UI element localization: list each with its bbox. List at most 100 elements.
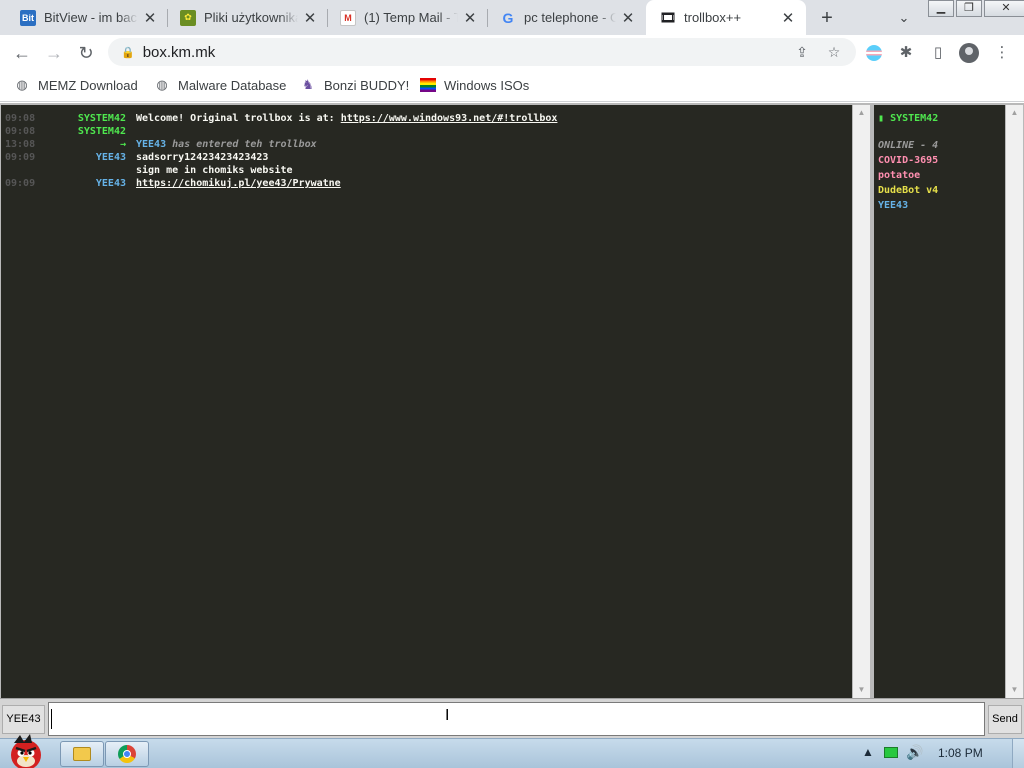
bookmark-malware-database[interactable]: ◍ Malware Database	[154, 76, 286, 94]
network-icon[interactable]	[884, 747, 898, 761]
globe-icon: ◍	[156, 77, 168, 92]
message-time: 09:09	[5, 178, 36, 189]
message-input[interactable]: I	[48, 702, 985, 736]
chat-message: 09:08 SYSTEM42	[1, 126, 852, 139]
extension-flag-icon[interactable]	[863, 42, 885, 64]
tab-title: trollbox++	[684, 10, 742, 25]
lock-icon[interactable]: 🔒	[121, 46, 135, 59]
show-desktop-button[interactable]	[1012, 739, 1024, 768]
send-button[interactable]: Send	[988, 705, 1022, 734]
message-text: sadsorry12423423423423	[136, 152, 269, 163]
close-icon[interactable]: ✕	[620, 9, 636, 27]
text-caret	[51, 709, 52, 729]
message-nick: SYSTEM42	[77, 113, 126, 124]
tab-temp-mail[interactable]: M (1) Temp Mail - T ✕	[326, 0, 488, 35]
close-window-button[interactable]: ✕	[984, 0, 1024, 17]
scroll-up-arrow-icon[interactable]: ▲	[853, 107, 870, 119]
chat-log: 09:08 SYSTEM42 Welcome! Original trollbo…	[1, 105, 852, 698]
close-icon[interactable]: ✕	[142, 9, 158, 27]
scroll-up-arrow-icon[interactable]: ▲	[1006, 107, 1023, 119]
chat-message: 09:09 YEE43 https://chomikuj.pl/yee43/Pr…	[1, 178, 852, 191]
bookmark-label: Bonzi BUDDY!	[324, 77, 410, 93]
bookmark-label: Malware Database	[178, 77, 287, 93]
tab-google-search[interactable]: G pc telephone - G ✕	[486, 0, 646, 35]
message-text: Welcome! Original trollbox is at: https:…	[136, 113, 558, 124]
userlist-scrollbar[interactable]: ▲ ▼	[1006, 105, 1023, 698]
bookmark-memz-download[interactable]: ◍ MEMZ Download	[14, 76, 138, 94]
chat-scrollbar[interactable]: ▲ ▼	[853, 105, 870, 698]
message-time: 09:09	[5, 152, 36, 163]
folder-icon	[73, 747, 91, 761]
menu-kebab-icon[interactable]: ⋮	[991, 42, 1013, 64]
chrome-icon	[118, 745, 136, 763]
address-bar[interactable]: 🔒 box.km.mk ⇪ ☆	[108, 38, 856, 66]
tab-trollbox[interactable]: 🎞 trollbox++ ✕	[646, 0, 806, 35]
bookmark-bonzi-buddy[interactable]: ♞ Bonzi BUDDY!	[300, 76, 409, 94]
user-item[interactable]: YEE43	[878, 200, 908, 213]
close-icon[interactable]: ✕	[462, 9, 478, 27]
globe-icon: ◍	[16, 77, 28, 92]
tab-title: pc telephone - G	[524, 10, 616, 25]
chat-message-join: 13:08 → YEE43 has entered teh trollbox	[1, 139, 852, 152]
user-item[interactable]: potatoe	[878, 170, 920, 183]
film-icon: 🎞	[659, 9, 677, 25]
bitview-icon: Bit	[20, 9, 36, 26]
close-icon[interactable]: ✕	[780, 9, 796, 27]
forward-arrow-icon[interactable]: →	[40, 39, 68, 67]
bookmark-star-icon[interactable]: ☆	[824, 42, 844, 62]
taskbar-chrome-button[interactable]	[105, 741, 149, 767]
back-arrow-icon[interactable]: ←	[8, 39, 36, 67]
maximize-button[interactable]: ❐	[956, 0, 982, 17]
message-nick: SYSTEM42	[77, 126, 126, 137]
user-item[interactable]: ▮ SYSTEM42	[878, 113, 938, 126]
message-link[interactable]: https://chomikuj.pl/yee43/Prywatne	[136, 178, 341, 189]
user-list: ▮ SYSTEM42 ONLINE - 4 COVID-3695 potatoe…	[874, 105, 1005, 698]
bookmarks-bar: ◍ MEMZ Download ◍ Malware Database ♞ Bon…	[0, 69, 1024, 102]
ibeam-cursor-icon: I	[445, 707, 450, 724]
scroll-down-arrow-icon[interactable]: ▼	[853, 684, 870, 696]
start-button-angry-bird-icon[interactable]	[2, 733, 50, 768]
window-controls: ▁ ❐ ✕	[928, 0, 1024, 17]
chat-input-bar: YEE43 I Send	[0, 698, 1024, 738]
scroll-down-arrow-icon[interactable]: ▼	[1006, 684, 1023, 696]
message-time: 09:08	[5, 126, 36, 137]
join-arrow-icon: →	[119, 139, 126, 150]
gmail-icon: M	[340, 9, 356, 26]
chat-message: 09:08 SYSTEM42 Welcome! Original trollbo…	[1, 113, 852, 126]
message-text: sign me in chomiks website	[136, 165, 293, 176]
url-text: box.km.mk	[142, 43, 216, 61]
tab-chomikuj[interactable]: ✿ Pliki użytkownika ✕	[166, 0, 328, 35]
google-icon: G	[502, 9, 514, 26]
volume-icon[interactable]: 🔊	[906, 744, 923, 761]
online-count: ONLINE - 4	[878, 140, 939, 151]
message-time: 09:08	[5, 113, 36, 124]
tab-title: BitView - im bac	[44, 10, 137, 25]
nickname-button[interactable]: YEE43	[2, 705, 45, 734]
tray-expand-arrow-icon[interactable]: ▲	[862, 745, 874, 759]
minimize-button[interactable]: ▁	[928, 0, 954, 17]
browser-toolbar: ← → ↻ 🔒 box.km.mk ⇪ ☆ ✱ ▯ ⋮	[0, 35, 1024, 69]
bookmark-label: MEMZ Download	[38, 77, 138, 93]
extensions-puzzle-icon[interactable]: ✱	[895, 42, 917, 64]
tab-search-chevron-icon[interactable]: ⌄	[892, 6, 916, 30]
chomikuj-icon: ✿	[180, 9, 196, 26]
bookmark-label: Windows ISOs	[444, 77, 530, 93]
bookmark-windows-isos[interactable]: Windows ISOs	[420, 76, 529, 94]
tab-strip: Bit BitView - im bac ✕ ✿ Pliki użytkowni…	[0, 0, 1024, 35]
profile-avatar[interactable]	[958, 42, 980, 64]
trollbox-page: 09:08 SYSTEM42 Welcome! Original trollbo…	[0, 103, 1024, 698]
taskbar-explorer-button[interactable]	[60, 741, 104, 767]
taskbar-clock[interactable]: 1:08 PM	[938, 746, 983, 760]
reload-icon[interactable]: ↻	[72, 39, 100, 67]
side-panel-icon[interactable]: ▯	[927, 42, 949, 64]
new-tab-button[interactable]: +	[814, 5, 840, 31]
share-icon[interactable]: ⇪	[792, 42, 812, 62]
tab-title: (1) Temp Mail - T	[364, 10, 458, 25]
message-text: YEE43 has entered teh trollbox	[136, 139, 317, 150]
user-item[interactable]: COVID-3695	[878, 155, 938, 168]
tab-bitview[interactable]: Bit BitView - im bac ✕	[6, 0, 168, 35]
user-item[interactable]: DudeBot v4	[878, 185, 938, 198]
close-icon[interactable]: ✕	[302, 9, 318, 27]
chat-message: 09:09 YEE43 sadsorry12423423423423	[1, 152, 852, 165]
message-link[interactable]: https://www.windows93.net/#!trollbox	[341, 113, 558, 124]
